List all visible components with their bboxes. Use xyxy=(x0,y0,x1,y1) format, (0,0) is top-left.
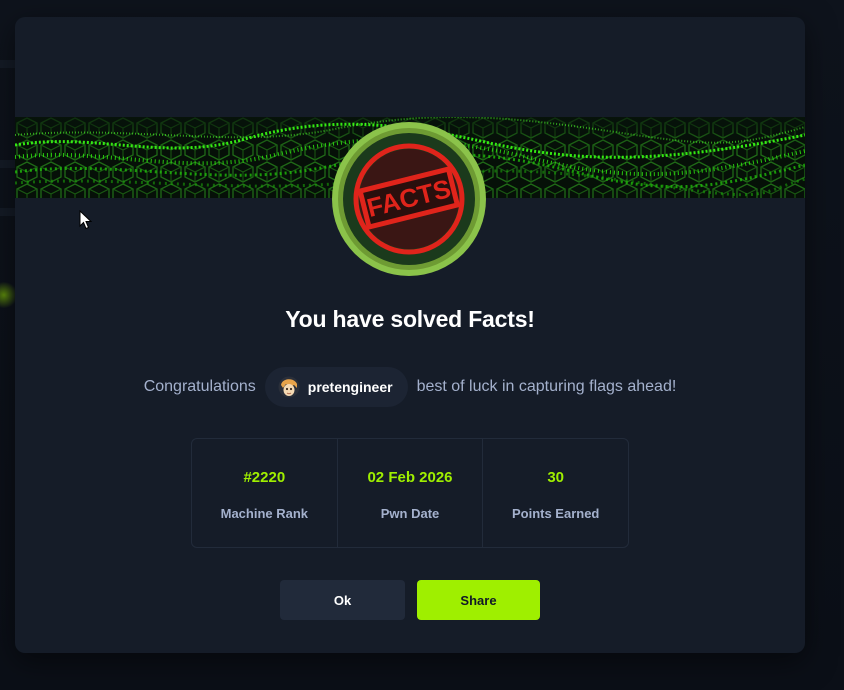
mouse-pointer-icon xyxy=(79,209,93,230)
share-button[interactable]: Share xyxy=(417,580,540,620)
stat-value: 02 Feb 2026 xyxy=(367,469,453,486)
stat-label: Machine Rank xyxy=(220,506,309,521)
username-label: pretengineer xyxy=(307,379,393,395)
stat-label: Points Earned xyxy=(511,506,600,521)
modal-title: You have solved Facts! xyxy=(285,306,535,332)
stat-value: 30 xyxy=(547,469,565,486)
user-chip[interactable]: pretengineer xyxy=(264,367,408,407)
stat-machine-rank: #2220 Machine Rank xyxy=(192,439,338,547)
stat-label: Pwn Date xyxy=(380,506,440,521)
congrats-message: Congratulations pretengineer best of luc… xyxy=(15,366,805,408)
machine-badge: FACTS xyxy=(331,121,487,277)
stat-points-earned: 30 Points Earned xyxy=(483,439,628,547)
backdrop-stripe xyxy=(0,208,16,216)
congrats-prefix: Congratulations xyxy=(143,378,256,395)
ok-button[interactable]: Ok xyxy=(280,580,405,620)
backdrop-stripe xyxy=(0,60,16,68)
stat-value: #2220 xyxy=(243,469,286,486)
congrats-suffix: best of luck in capturing flags ahead! xyxy=(416,378,677,395)
backdrop-stripe xyxy=(0,160,16,168)
stat-pwn-date: 02 Feb 2026 Pwn Date xyxy=(338,439,484,547)
user-avatar-icon xyxy=(278,376,300,398)
stats-panel: #2220 Machine Rank 02 Feb 2026 Pwn Date … xyxy=(191,438,629,548)
solved-modal: FACTS You have solved Facts! Congratulat… xyxy=(15,17,805,653)
